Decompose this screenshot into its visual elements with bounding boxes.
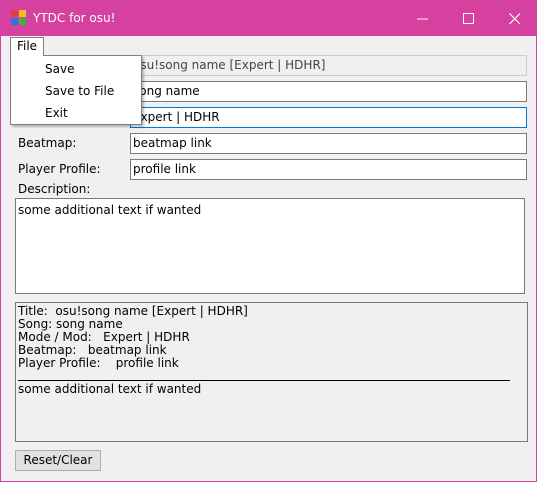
preview-profile-line: Player Profile: profile link [18,356,179,370]
preview-divider [18,380,510,381]
menu-item-exit[interactable]: Exit [45,106,68,121]
output-preview[interactable]: Title: osu!song name [Expert | HDHR] Son… [15,302,528,442]
player-profile-field[interactable]: profile link [130,159,527,180]
app-window: YTDC for osu! File Save Save to File Exi… [0,0,537,482]
menu-item-save-to-file[interactable]: Save to File [45,84,114,99]
menu-file[interactable]: File [10,37,44,56]
app-icon [11,10,27,26]
beatmap-field[interactable]: beatmap link [130,133,527,154]
preview-description-line: some additional text if wanted [18,382,202,396]
description-textarea[interactable]: some additional text if wanted [15,198,525,294]
reset-clear-button[interactable]: Reset/Clear [15,450,101,471]
minimize-button[interactable] [399,0,445,36]
player-profile-label: Player Profile: [18,162,101,176]
minimize-icon [417,18,428,20]
description-label: Description: [18,182,91,196]
beatmap-label: Beatmap: [18,136,77,150]
menu-bar [2,36,536,56]
maximize-icon [463,13,474,24]
song-field[interactable]: song name [130,81,527,102]
mode-mod-field[interactable]: Expert | HDHR [130,107,527,128]
window-title: YTDC for osu! [33,11,116,25]
close-button[interactable] [491,0,537,36]
maximize-button[interactable] [445,0,491,36]
title-field[interactable]: osu!song name [Expert | HDHR] [130,55,527,76]
menu-item-save[interactable]: Save [45,62,74,77]
file-dropdown-menu: Save Save to File Exit [10,55,142,125]
title-bar[interactable]: YTDC for osu! [1,0,537,36]
close-icon [509,13,521,25]
